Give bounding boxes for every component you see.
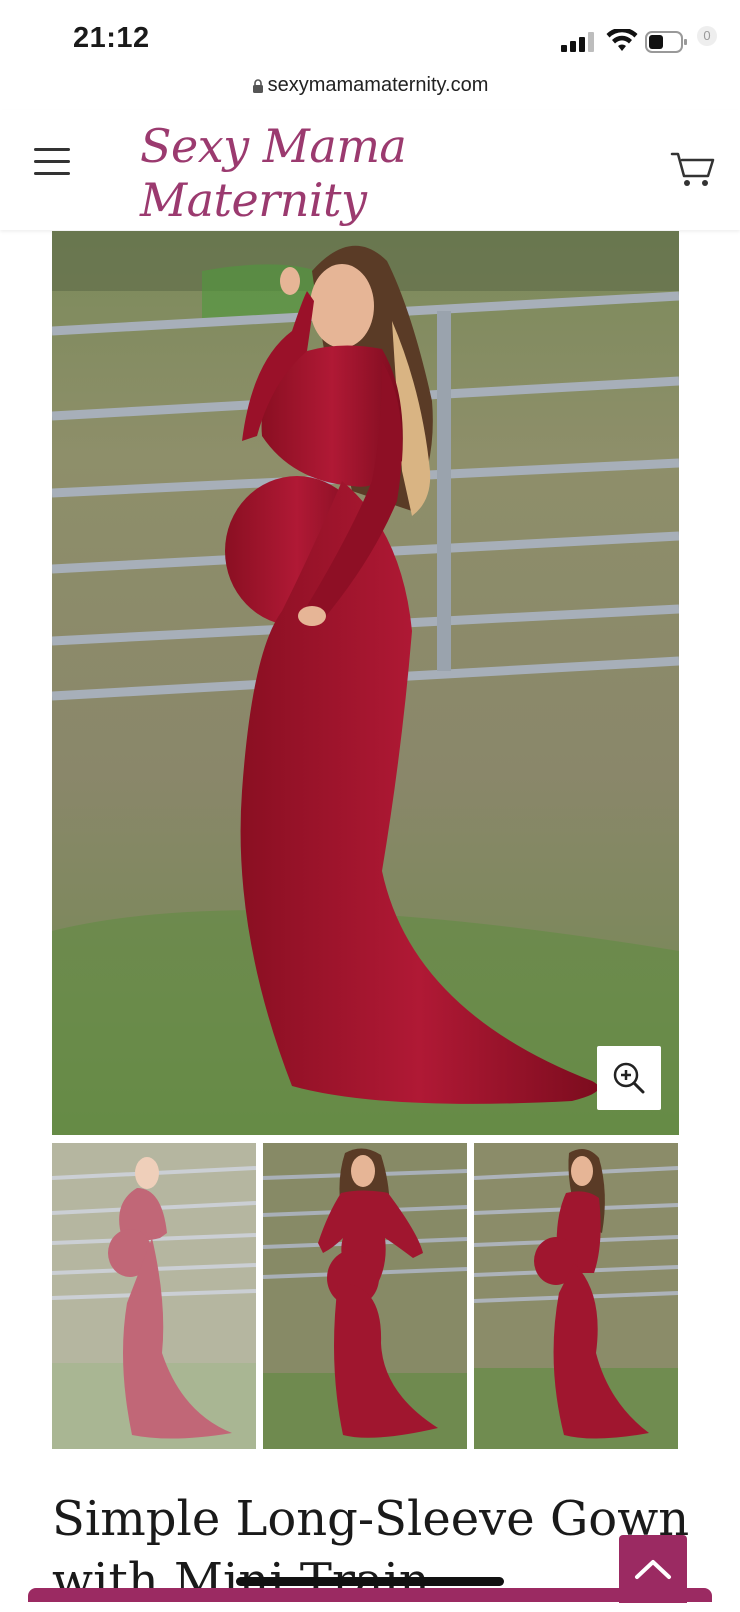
zoom-in-icon bbox=[613, 1062, 645, 1094]
maternity-gown-main-photo bbox=[52, 231, 679, 1135]
lock-icon bbox=[252, 78, 263, 93]
site-logo[interactable]: Sexy Mama Maternity bbox=[140, 119, 600, 227]
browser-url-bar[interactable]: sexymamamaternity.com bbox=[0, 66, 740, 111]
status-time: 21:12 bbox=[73, 22, 150, 54]
status-bar: 21:12 bbox=[0, 0, 740, 70]
chevron-up-icon bbox=[635, 1560, 671, 1579]
cellular-signal-icon bbox=[561, 32, 594, 52]
hamburger-menu-icon[interactable] bbox=[34, 148, 70, 182]
logo-text: Sexy Mama Maternity bbox=[140, 118, 407, 227]
gown-thumb-2[interactable] bbox=[263, 1143, 467, 1449]
product-main-image[interactable] bbox=[52, 231, 679, 1135]
cart-count-badge: 0 bbox=[697, 26, 717, 46]
wifi-icon bbox=[606, 29, 638, 51]
gown-thumb-1[interactable] bbox=[52, 1143, 256, 1449]
zoom-in-button[interactable] bbox=[597, 1046, 661, 1110]
url-text: sexymamamaternity.com bbox=[267, 74, 489, 96]
shopping-cart-icon[interactable] bbox=[668, 140, 720, 192]
site-header: Sexy Mama Maternity bbox=[0, 110, 740, 230]
gown-thumb-3[interactable] bbox=[474, 1143, 678, 1449]
home-indicator[interactable] bbox=[236, 1577, 504, 1586]
battery-icon bbox=[645, 31, 687, 53]
